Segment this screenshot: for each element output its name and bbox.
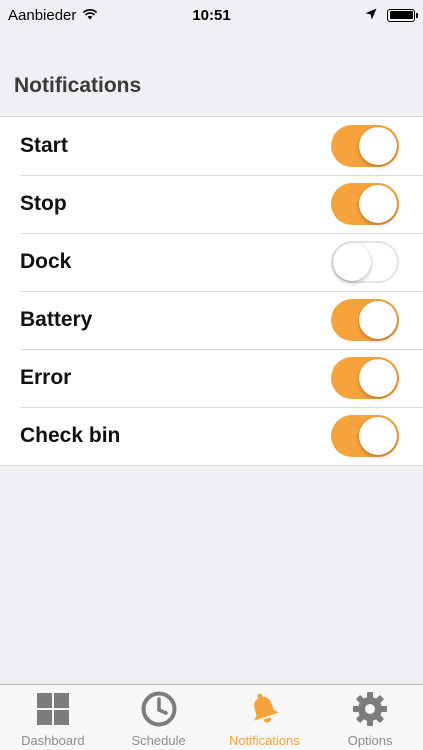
- battery-level: [389, 11, 413, 19]
- status-left: Aanbieder: [8, 7, 98, 24]
- setting-row-dock: Dock: [0, 233, 423, 291]
- toggle-knob: [359, 127, 397, 165]
- tab-options[interactable]: Options: [317, 685, 423, 750]
- setting-label: Check bin: [20, 424, 121, 447]
- setting-row-stop: Stop: [0, 175, 423, 233]
- toggle-knob: [333, 243, 371, 281]
- tab-bar: Dashboard Schedule Notifications Options: [0, 684, 423, 750]
- tab-label: Schedule: [131, 733, 186, 748]
- notification-settings-list: Start Stop Dock Battery Error Check bin: [0, 116, 423, 466]
- setting-label: Start: [20, 134, 68, 157]
- battery-icon: [387, 8, 418, 22]
- toggle-knob: [359, 417, 397, 455]
- setting-label: Error: [20, 366, 72, 389]
- wifi-icon: [82, 7, 98, 24]
- tab-label: Dashboard: [21, 733, 85, 748]
- gear-icon: [352, 691, 388, 727]
- app-screen: Aanbieder 10:51 Notifications Start Stop…: [0, 0, 423, 750]
- clock-icon: [141, 691, 177, 727]
- setting-row-error: Error: [0, 349, 423, 407]
- toggle-knob: [359, 185, 397, 223]
- toggle-knob: [359, 359, 397, 397]
- location-arrow-icon: [365, 7, 377, 24]
- tab-dashboard[interactable]: Dashboard: [0, 685, 106, 750]
- error-toggle[interactable]: [331, 357, 399, 399]
- tab-notifications[interactable]: Notifications: [212, 685, 318, 750]
- setting-row-start: Start: [0, 117, 423, 175]
- carrier-name: Aanbieder: [8, 6, 77, 24]
- dashboard-grid-icon: [35, 691, 71, 727]
- toggle-knob: [359, 301, 397, 339]
- status-right: [365, 7, 418, 24]
- battery-toggle[interactable]: [331, 299, 399, 341]
- setting-row-battery: Battery: [0, 291, 423, 349]
- stop-toggle[interactable]: [331, 183, 399, 225]
- start-toggle[interactable]: [331, 125, 399, 167]
- section-title: Notifications: [14, 74, 142, 97]
- setting-label: Battery: [20, 308, 93, 331]
- tab-label: Notifications: [228, 733, 300, 748]
- tab-label: Options: [347, 733, 393, 748]
- setting-label: Dock: [20, 250, 72, 273]
- setting-label: Stop: [20, 192, 67, 215]
- status-bar: Aanbieder 10:51: [0, 0, 423, 30]
- tab-schedule[interactable]: Schedule: [106, 685, 212, 750]
- bell-icon: [246, 691, 282, 727]
- dock-toggle[interactable]: [331, 241, 399, 283]
- check-bin-toggle[interactable]: [331, 415, 399, 457]
- setting-row-check-bin: Check bin: [0, 407, 423, 465]
